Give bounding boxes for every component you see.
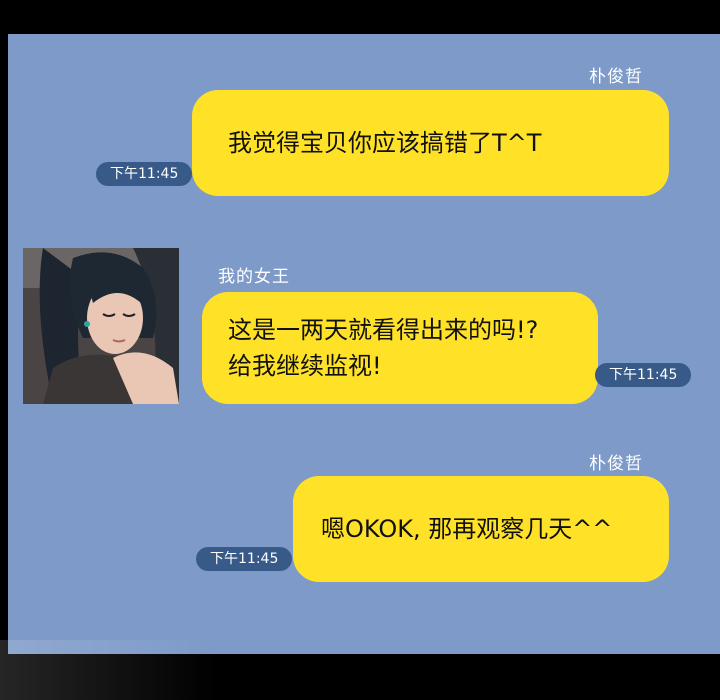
sender-name: 我的女王	[218, 267, 290, 287]
message-line: 这是一两天就看得出来的吗!?	[228, 316, 539, 344]
sender-name: 朴俊哲	[589, 67, 643, 87]
message-bubble[interactable]: 我觉得宝贝你应该搞错了T^T	[192, 90, 669, 196]
message-text: 嗯OKOK, 那再观察几天^^	[321, 515, 613, 543]
message-bubble[interactable]: 嗯OKOK, 那再观察几天^^	[293, 476, 669, 582]
avatar[interactable]	[23, 248, 179, 404]
message-bubble[interactable]: 这是一两天就看得出来的吗!? 给我继续监视!	[202, 292, 598, 404]
bottom-fade	[0, 640, 720, 700]
timestamp: 下午11:45	[96, 162, 193, 186]
timestamp: 下午11:45	[595, 363, 692, 387]
sender-name: 朴俊哲	[589, 454, 643, 474]
message-text: 我觉得宝贝你应该搞错了T^T	[228, 129, 542, 157]
message-line: 给我继续监视!	[228, 352, 382, 380]
timestamp: 下午11:45	[196, 547, 293, 571]
